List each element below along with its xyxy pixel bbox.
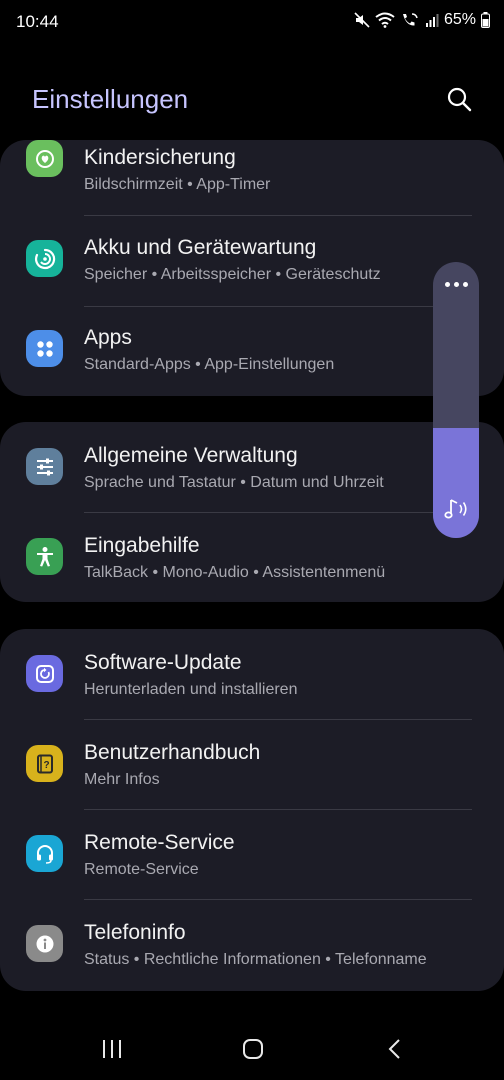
- settings-item-remote-service[interactable]: Remote-Service Remote-Service: [0, 809, 504, 899]
- search-button[interactable]: [442, 82, 476, 116]
- back-icon: [388, 1039, 400, 1059]
- settings-item-title: Allgemeine Verwaltung: [84, 444, 298, 467]
- mute-icon: [354, 12, 370, 28]
- settings-item-title: Software-Update: [84, 651, 242, 674]
- headset-icon: [26, 835, 63, 872]
- battery-icon: [481, 12, 490, 28]
- settings-item-subtitle: Sprache und Tastatur • Datum und Uhrzeit: [84, 474, 384, 491]
- back-button[interactable]: [375, 1034, 415, 1064]
- apps-icon: [26, 330, 63, 367]
- settings-card-1: Kindersicherung Bildschirmzeit • App-Tim…: [0, 140, 504, 396]
- settings-item-subtitle: Status • Rechtliche Informationen • Tele…: [84, 951, 427, 968]
- recents-icon: [103, 1040, 121, 1058]
- settings-item-title: Eingabehilfe: [84, 534, 200, 557]
- settings-item-subtitle: Bildschirmzeit • App-Timer: [84, 176, 271, 193]
- navigation-bar: [0, 1020, 504, 1080]
- settings-item-subtitle: TalkBack • Mono-Audio • Assistentenmenü: [84, 564, 386, 581]
- volume-panel: [433, 262, 479, 538]
- settings-item-title: Akku und Gerätewartung: [84, 236, 317, 259]
- home-button[interactable]: [233, 1034, 273, 1064]
- status-icons: 65%: [354, 11, 490, 29]
- settings-item-telefoninfo[interactable]: Telefoninfo Status • Rechtliche Informat…: [0, 899, 504, 989]
- sliders-icon: [26, 448, 63, 485]
- settings-item-benutzerhandbuch[interactable]: ? Benutzerhandbuch Mehr Infos: [0, 719, 504, 809]
- status-time: 10:44: [16, 12, 59, 31]
- settings-item-subtitle: Standard-Apps • App-Einstellungen: [84, 356, 335, 373]
- accessibility-icon: [26, 538, 63, 575]
- settings-item-title: Remote-Service: [84, 831, 235, 854]
- settings-item-subtitle: Speicher • Arbeitsspeicher • Geräteschut…: [84, 266, 381, 283]
- wifi-calling-icon: [402, 13, 418, 26]
- settings-item-title: Benutzerhandbuch: [84, 741, 261, 764]
- settings-item-subtitle: Herunterladen und installieren: [84, 681, 298, 698]
- more-icon[interactable]: [433, 276, 479, 292]
- settings-item-software-update[interactable]: Software-Update Herunterladen und instal…: [0, 629, 504, 719]
- recents-button[interactable]: [92, 1034, 132, 1064]
- search-icon: [447, 87, 472, 112]
- settings-item-akku[interactable]: Akku und Gerätewartung Speicher • Arbeit…: [0, 216, 504, 306]
- settings-item-title: Apps: [84, 326, 132, 349]
- wifi-icon: [375, 12, 395, 28]
- header: Einstellungen: [0, 80, 504, 120]
- info-icon: [26, 925, 63, 962]
- svg-text:?: ?: [43, 760, 49, 771]
- settings-card-2: Allgemeine Verwaltung Sprache und Tastat…: [0, 422, 504, 602]
- settings-item-kindersicherung[interactable]: Kindersicherung Bildschirmzeit • App-Tim…: [0, 140, 504, 216]
- status-bar: 10:44 65%: [0, 0, 504, 44]
- settings-item-title: Kindersicherung: [84, 146, 236, 169]
- settings-item-apps[interactable]: Apps Standard-Apps • App-Einstellungen: [0, 306, 504, 396]
- settings-item-allgemeine-verwaltung[interactable]: Allgemeine Verwaltung Sprache und Tastat…: [0, 422, 504, 512]
- battery-percent: 65%: [443, 11, 476, 28]
- software-update-icon: [26, 655, 63, 692]
- digital-wellbeing-icon: [26, 140, 63, 177]
- settings-item-subtitle: Remote-Service: [84, 861, 199, 878]
- user-manual-icon: ?: [26, 745, 63, 782]
- settings-item-subtitle: Mehr Infos: [84, 771, 160, 788]
- home-icon: [243, 1039, 263, 1059]
- media-volume-icon[interactable]: [441, 497, 471, 528]
- page-title: Einstellungen: [32, 84, 189, 114]
- settings-card-3: Software-Update Herunterladen und instal…: [0, 629, 504, 991]
- signal-icon: [425, 14, 439, 27]
- settings-item-title: Telefoninfo: [84, 921, 186, 944]
- settings-item-eingabehilfe[interactable]: Eingabehilfe TalkBack • Mono-Audio • Ass…: [0, 512, 504, 602]
- device-care-icon: [26, 240, 63, 277]
